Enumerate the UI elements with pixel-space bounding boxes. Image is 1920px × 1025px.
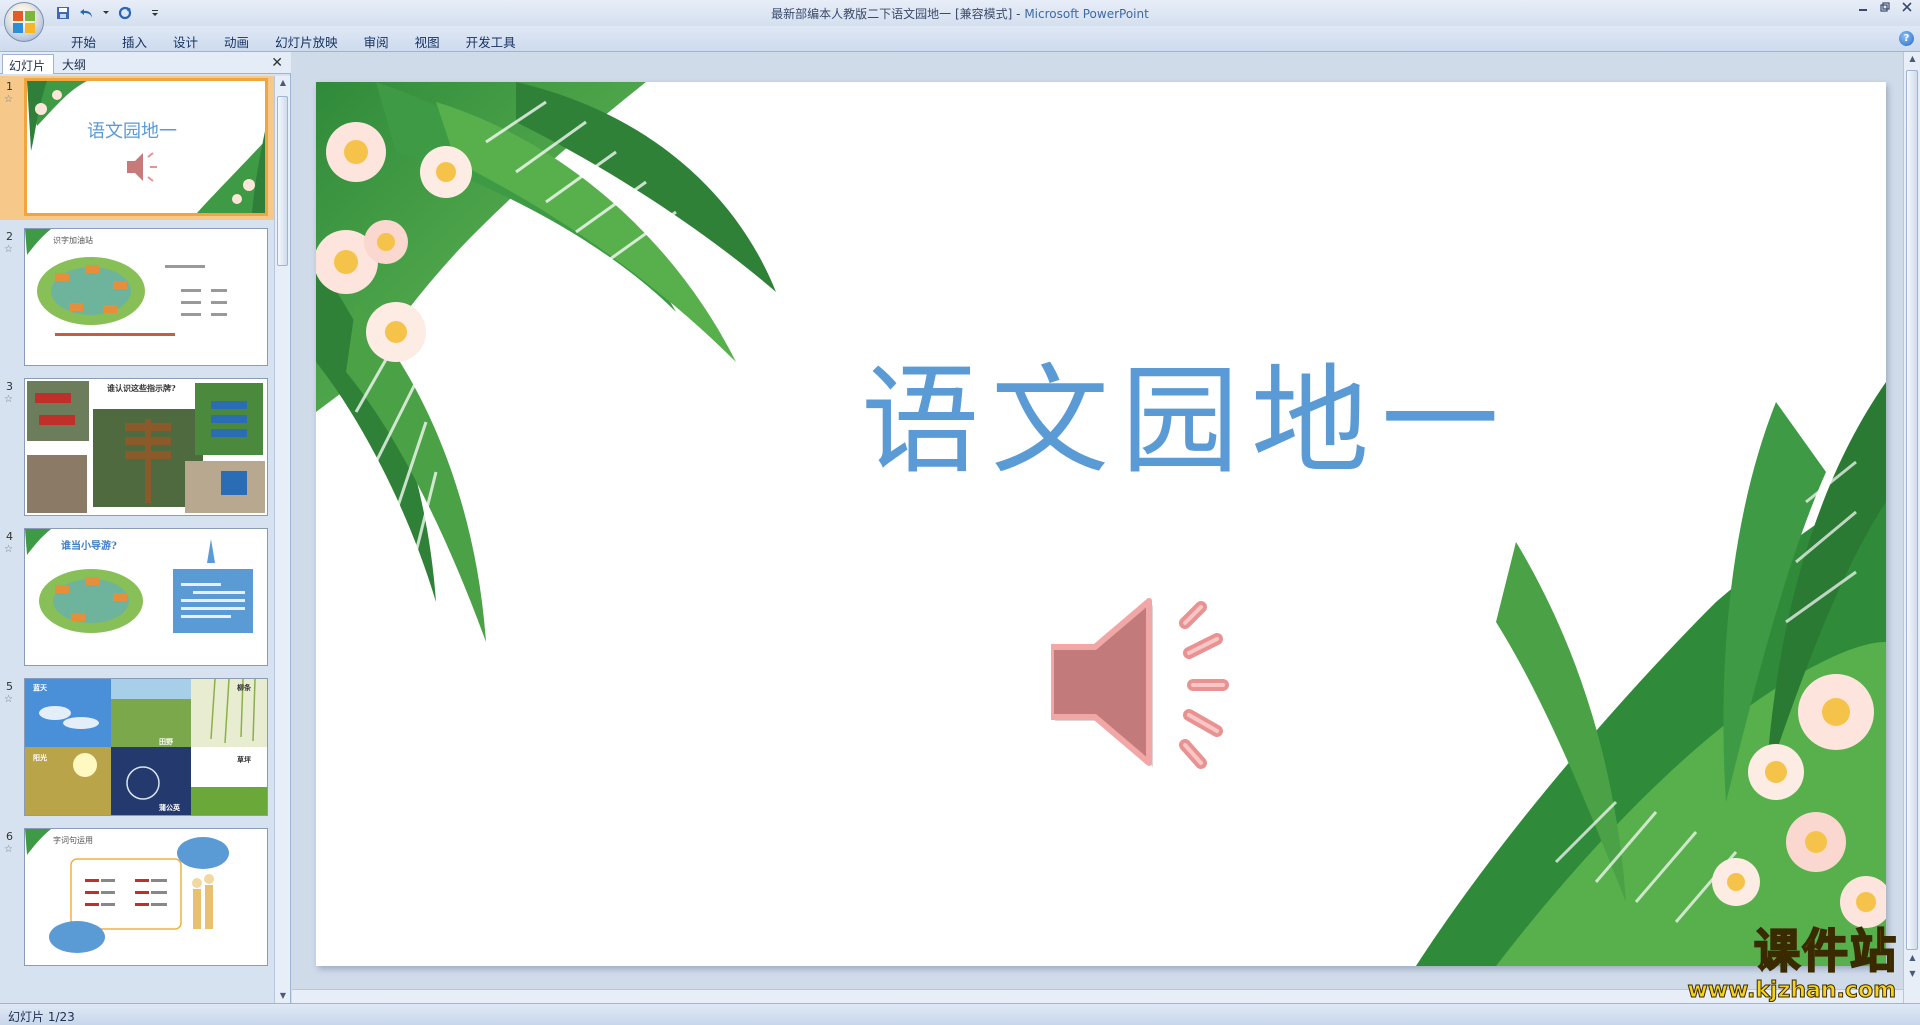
thumbnail-5-label: 蓝天	[33, 683, 47, 692]
tab-home[interactable]: 开始	[58, 30, 109, 53]
animation-star-icon: ☆	[4, 394, 13, 405]
tab-slides[interactable]: 幻灯片	[2, 54, 54, 74]
slide-thumbnail-6[interactable]: 字词句运用	[24, 828, 268, 966]
slide-thumbnail-5[interactable]: 蓝天 田野 柳条 阳光 蒲公英 草坪	[24, 678, 268, 816]
status-bar: 幻灯片 1/23	[0, 1003, 1920, 1025]
palm-leaves-decoration	[316, 82, 1886, 966]
slide-thumbnail-row-4[interactable]: 4 ☆ 谁当小导游?	[0, 526, 274, 670]
tab-review[interactable]: 审阅	[351, 30, 402, 53]
slide-thumbnail-row-1[interactable]: 1 ☆ 语文园地一	[0, 76, 274, 220]
slide-thumbnail-row-6[interactable]: 6 ☆ 字词句运用	[0, 826, 274, 970]
tab-developer[interactable]: 开发工具	[453, 30, 529, 53]
slide-number: 6	[6, 830, 13, 843]
tab-view[interactable]: 视图	[402, 30, 453, 53]
thumbnail-6-art	[25, 829, 229, 953]
thumbnail-5-label: 蒲公英	[159, 803, 180, 812]
thumbnail-6-title: 字词句运用	[53, 836, 93, 845]
animation-star-icon: ☆	[4, 844, 13, 855]
slide-thumbnail-2[interactable]: 识字加油站	[24, 228, 268, 366]
thumbnail-2-art	[25, 229, 227, 336]
thumbnail-5-art	[25, 679, 267, 815]
animation-star-icon: ☆	[4, 544, 13, 555]
slide-title[interactable]: 语文园地一	[786, 362, 1586, 480]
next-slide-icon[interactable]: ▼	[1904, 967, 1920, 981]
window-title-app: Microsoft PowerPoint	[1024, 7, 1149, 21]
slide-number: 3	[6, 380, 13, 393]
thumbnail-5-label: 田野	[159, 737, 173, 746]
slide-thumbnail-row-2[interactable]: 2 ☆ 识字加油站	[0, 226, 274, 370]
slide-number: 4	[6, 530, 13, 543]
speaker-icon[interactable]	[1051, 587, 1271, 777]
slide-thumbnail-list: 1 ☆ 语文园地一 2 ☆ 识字加油站 3 ☆ 谁认识这些指示牌? 4 ☆ 谁当…	[0, 76, 274, 1003]
tab-outline[interactable]: 大纲	[56, 54, 106, 74]
current-slide[interactable]: 语文园地一	[316, 82, 1886, 966]
thumbnail-1-title: 语文园地一	[87, 121, 177, 142]
close-pane-icon[interactable]: ✕	[271, 55, 283, 71]
slide-editor: 语文园地一 ▲ ▲ ▼	[292, 52, 1920, 1003]
watermark-url: www.kjzhan.com	[1687, 978, 1897, 1004]
thumbnails-scrollbar-thumb[interactable]	[277, 96, 288, 266]
previous-slide-icon[interactable]: ▲	[1904, 951, 1920, 965]
horizontal-scrollbar[interactable]	[292, 989, 1903, 1003]
thumbnail-4-title: 谁当小导游?	[61, 541, 117, 552]
restore-icon[interactable]	[1878, 2, 1892, 14]
ribbon: 开始 插入 设计 动画 幻灯片放映 审阅 视图 开发工具 ?	[0, 26, 1920, 52]
window-controls	[1856, 2, 1914, 14]
slide-number: 1	[6, 80, 13, 93]
slides-pane: 幻灯片 大纲 ✕ 1 ☆ 语文园地一 2 ☆ 识字加油站 3 ☆ 谁认识这些指示…	[0, 52, 291, 1003]
slide-number: 2	[6, 230, 13, 243]
help-icon[interactable]: ?	[1899, 31, 1914, 46]
thumbnails-scrollbar[interactable]: ▲ ▼	[274, 76, 290, 1003]
animation-star-icon: ☆	[4, 94, 13, 105]
slide-thumbnail-1[interactable]: 语文园地一	[24, 78, 268, 216]
slide-thumbnail-3[interactable]: 谁认识这些指示牌?	[24, 378, 268, 516]
slide-thumbnail-row-5[interactable]: 5 ☆ 蓝天 田野 柳条 阳光 蒲公英 草坪	[0, 676, 274, 820]
minimize-icon[interactable]	[1856, 2, 1870, 14]
ribbon-tabs: 开始 插入 设计 动画 幻灯片放映 审阅 视图 开发工具	[58, 30, 529, 53]
slide-thumbnail-row-3[interactable]: 3 ☆ 谁认识这些指示牌?	[0, 376, 274, 520]
tab-design[interactable]: 设计	[160, 30, 211, 53]
office-logo-icon	[13, 11, 35, 33]
animation-star-icon: ☆	[4, 244, 13, 255]
scroll-up-icon[interactable]: ▲	[1904, 52, 1920, 66]
site-watermark: 课件站 www.kjzhan.com	[1666, 924, 1898, 1004]
close-window-icon[interactable]	[1900, 2, 1914, 14]
tab-animations[interactable]: 动画	[211, 30, 262, 53]
thumbnail-5-label: 阳光	[33, 753, 47, 762]
office-button[interactable]	[4, 2, 44, 42]
slide-number: 5	[6, 680, 13, 693]
tab-slideshow[interactable]: 幻灯片放映	[262, 30, 351, 53]
slide-scrollbar[interactable]: ▲ ▲ ▼	[1903, 52, 1920, 1003]
thumbnail-1-art	[27, 81, 265, 213]
watermark-text: 课件站	[1753, 924, 1898, 978]
slide-counter: 幻灯片 1/23	[8, 1010, 75, 1024]
slide-scrollbar-thumb[interactable]	[1906, 70, 1918, 950]
slide-thumbnail-4[interactable]: 谁当小导游?	[24, 528, 268, 666]
thumbnail-3-title: 谁认识这些指示牌?	[107, 383, 176, 393]
thumbnail-2-title: 识字加油站	[53, 236, 93, 245]
animation-star-icon: ☆	[4, 694, 13, 705]
thumbnail-3-art	[27, 381, 265, 513]
thumbnail-5-label: 柳条	[237, 683, 251, 692]
tab-insert[interactable]: 插入	[109, 30, 160, 53]
window-title: 最新部编本人教版二下语文园地一 [兼容模式] - Microsoft Power…	[0, 5, 1920, 22]
thumbnail-5-label: 草坪	[237, 755, 251, 764]
title-bar: 最新部编本人教版二下语文园地一 [兼容模式] - Microsoft Power…	[0, 0, 1920, 26]
scroll-down-icon[interactable]: ▼	[275, 989, 291, 1003]
scroll-up-icon[interactable]: ▲	[275, 76, 291, 90]
window-title-document: 最新部编本人教版二下语文园地一 [兼容模式] -	[771, 7, 1025, 21]
pane-tabs: 幻灯片 大纲 ✕	[0, 52, 291, 74]
